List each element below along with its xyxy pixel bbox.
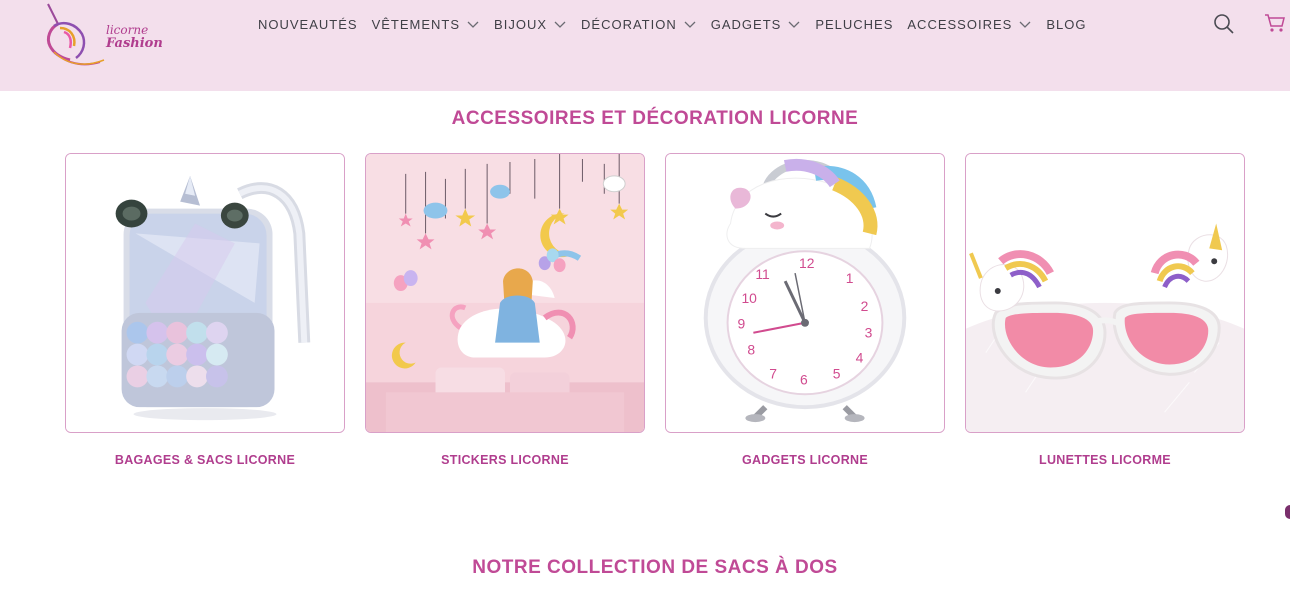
unicorn-sunglasses-image — [966, 154, 1244, 432]
brand-line2: Fashion — [106, 36, 163, 51]
nav-item-label: PELUCHES — [815, 16, 894, 32]
nav-item-label: BIJOUX — [494, 16, 548, 32]
category-label-glasses[interactable]: LUNETTES LICORME — [965, 453, 1245, 467]
search-icon[interactable] — [1213, 13, 1235, 35]
chevron-down-icon — [788, 21, 800, 28]
category-card-glasses[interactable] — [965, 153, 1245, 433]
site-header: licorne Fashion NOUVEAUTÉS VÊTEMENTS BIJ… — [0, 0, 1290, 91]
svg-text:1: 1 — [846, 270, 854, 286]
svg-text:2: 2 — [861, 298, 869, 314]
nav-item-label: DÉCORATION — [581, 16, 677, 32]
svg-text:4: 4 — [856, 350, 864, 366]
unicorn-logo-icon — [46, 3, 105, 66]
nav-item-bijoux[interactable]: BIJOUX — [494, 17, 567, 32]
chevron-down-icon — [467, 21, 479, 28]
svg-text:6: 6 — [800, 371, 808, 387]
svg-text:7: 7 — [769, 365, 777, 381]
main-nav: NOUVEAUTÉS VÊTEMENTS BIJOUX DÉCORATION G… — [258, 14, 1100, 34]
nav-item-accessoires[interactable]: ACCESSOIRES — [907, 17, 1032, 32]
nav-item-label: NOUVEAUTÉS — [258, 16, 358, 32]
svg-text:12: 12 — [799, 255, 815, 271]
chevron-down-icon — [684, 21, 696, 28]
nav-item-blog[interactable]: BLOG — [1046, 17, 1086, 32]
nav-item-decoration[interactable]: DÉCORATION — [581, 17, 697, 32]
svg-text:11: 11 — [755, 266, 770, 282]
backpack-image — [66, 154, 344, 432]
nav-item-nouveautes[interactable]: NOUVEAUTÉS — [258, 17, 358, 32]
category-label-bags[interactable]: BAGAGES & SACS LICORNE — [65, 453, 345, 467]
svg-text:9: 9 — [737, 316, 745, 332]
category-card-gadgets[interactable]: 12 1 2 3 4 5 6 7 8 9 10 11 — [665, 153, 945, 433]
chevron-down-icon — [1019, 21, 1031, 28]
nav-item-label: ACCESSOIRES — [907, 16, 1013, 32]
category-label-stickers[interactable]: STICKERS LICORNE — [365, 453, 645, 467]
nav-item-label: BLOG — [1046, 16, 1087, 32]
cart-icon[interactable] — [1264, 12, 1286, 34]
svg-text:10: 10 — [741, 290, 757, 306]
brand-logo[interactable]: licorne Fashion — [40, 2, 165, 70]
svg-text:5: 5 — [833, 365, 841, 381]
chevron-down-icon — [554, 21, 566, 28]
svg-text:3: 3 — [865, 325, 873, 341]
brand-wordmark: licorne Fashion — [106, 24, 163, 51]
nav-item-gadgets[interactable]: GADGETS — [711, 17, 802, 32]
wall-stickers-image — [366, 154, 644, 432]
section-title-backpacks: NOTRE COLLECTION DE SACS À DOS — [472, 557, 838, 578]
floating-widget-tab[interactable] — [1285, 505, 1290, 519]
nav-item-label: VÊTEMENTS — [371, 16, 461, 32]
category-card-stickers[interactable] — [365, 153, 645, 433]
nav-item-vetements[interactable]: VÊTEMENTS — [372, 17, 480, 32]
nav-item-label: GADGETS — [710, 16, 782, 32]
section-title-accessories: ACCESSOIRES ET DÉCORATION LICORNE — [451, 108, 859, 129]
svg-text:8: 8 — [747, 342, 755, 358]
alarm-clock-image: 12 12 345 6 789 10 11 — [666, 154, 944, 432]
category-label-gadgets[interactable]: GADGETS LICORNE — [665, 453, 945, 467]
category-card-bags[interactable] — [65, 153, 345, 433]
nav-item-peluches[interactable]: PELUCHES — [815, 17, 893, 32]
